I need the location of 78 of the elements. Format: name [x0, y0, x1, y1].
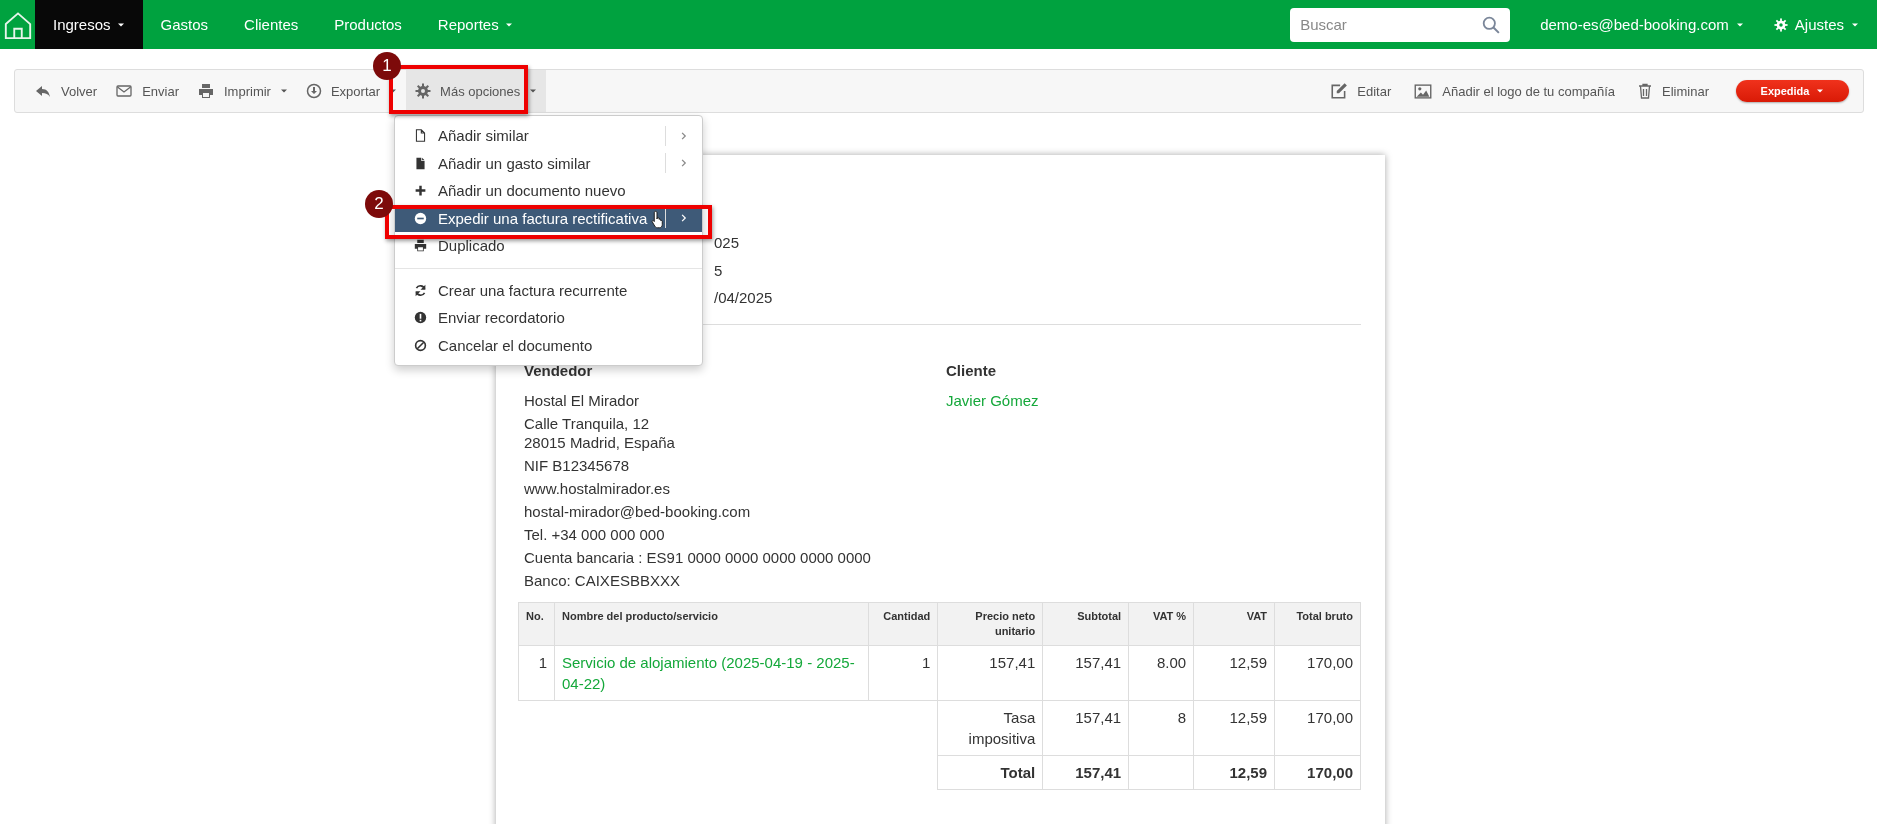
- envelope-icon: [115, 83, 134, 99]
- settings-icon: [1773, 17, 1788, 32]
- table-cell: 157,41: [1042, 700, 1129, 755]
- chevron-right-icon: [679, 129, 689, 142]
- date-text: 5: [714, 261, 723, 279]
- date-text: /04/2025: [714, 289, 773, 306]
- toolbar-button[interactable]: Añadir el logo de tu compañía: [1404, 82, 1625, 100]
- printer-icon: [414, 238, 427, 254]
- step-badge: 2: [365, 190, 393, 218]
- menu-item[interactable]: Duplicado: [395, 232, 702, 260]
- menu-item[interactable]: Añadir un documento nuevo: [395, 177, 702, 205]
- search-icon: [1482, 15, 1501, 34]
- table-cell: 170,00: [1274, 755, 1361, 789]
- table-cell: Tasa impositiva: [937, 700, 1043, 755]
- caret-down-icon: [1816, 87, 1825, 95]
- image-icon: [1413, 82, 1434, 100]
- column-header: VAT %: [1128, 602, 1194, 645]
- table-cell: 157,41: [937, 645, 1043, 700]
- column-header: Precio neto unitario: [937, 602, 1043, 645]
- column-header: No.: [518, 602, 555, 645]
- toolbar-button[interactable]: Imprimir: [188, 70, 297, 112]
- document-icon: [414, 155, 427, 171]
- date-text: 025: [714, 234, 740, 251]
- ban-icon: [414, 337, 427, 353]
- minus-circle-icon: [414, 210, 427, 226]
- column-header: VAT: [1193, 602, 1275, 645]
- edit-icon: [1330, 82, 1349, 100]
- menu-item[interactable]: Crear una factura recurrente: [395, 276, 702, 304]
- seller-detail: 28015 Madrid, España: [524, 432, 676, 452]
- table-cell: 1: [518, 645, 555, 700]
- table-cell: 12,59: [1193, 700, 1275, 755]
- column-header: Total bruto: [1274, 602, 1361, 645]
- table-cell: 157,41: [1042, 755, 1129, 789]
- table-cell: 170,00: [1274, 700, 1361, 755]
- status-dropdown[interactable]: Expedida: [1736, 80, 1849, 102]
- table-cell: 8: [1128, 700, 1194, 755]
- table-cell: 8.00: [1128, 645, 1194, 700]
- table-cell: 12,59: [1193, 755, 1275, 789]
- trash-icon: [1637, 82, 1654, 100]
- seller-detail: Calle Tranquila, 12: [524, 413, 651, 433]
- seller-detail: Banco: CAIXESBBXXX: [524, 570, 681, 590]
- seller-detail: hostal-mirador@bed-booking.com: [524, 501, 752, 521]
- column-header: Nombre del producto/servicio: [554, 602, 869, 645]
- table-cell: Total: [937, 755, 1043, 789]
- seller-detail: Cuenta bancaria : ES91 0000 0000 0000 0000 0000: [524, 547, 872, 567]
- reply-arrow-icon: [34, 83, 52, 99]
- toolbar-button[interactable]: Editar: [1321, 82, 1401, 100]
- table-cell: 12,59: [1193, 645, 1275, 700]
- table-cell: 1: [868, 645, 938, 700]
- step-badge: 1: [373, 52, 401, 80]
- exclamation-circle-icon: [414, 310, 427, 326]
- table-cell: 170,00: [1274, 645, 1361, 700]
- document-icon: [414, 128, 427, 144]
- toolbar-button[interactable]: Volver: [25, 70, 107, 112]
- download-circle-icon: [305, 83, 322, 99]
- toolbar-button[interactable]: Más opciones: [406, 70, 547, 112]
- seller-detail: Hostal El Mirador: [524, 390, 641, 410]
- toolbar-button[interactable]: Eliminar: [1628, 82, 1718, 100]
- column-header: Cantidad: [868, 602, 938, 645]
- seller-detail: www.hostalmirador.es: [524, 478, 671, 498]
- column-header: Subtotal: [1042, 602, 1129, 645]
- seller-detail: NIF B12345678: [524, 455, 631, 475]
- section-heading: Vendedor: [524, 360, 594, 381]
- caret-down-icon: [279, 87, 288, 95]
- seller-detail: Tel. +34 000 000 000: [524, 524, 666, 544]
- search-field[interactable]: Buscar: [1290, 7, 1511, 42]
- nav-tab[interactable]: Ingresos: [35, 0, 143, 49]
- table-cell: 157,41: [1042, 645, 1129, 700]
- caret-down-icon: [529, 87, 538, 95]
- menu-item[interactable]: Añadir similar: [395, 122, 702, 150]
- menu-item[interactable]: Añadir un gasto similar: [395, 149, 702, 177]
- section-heading: Cliente: [946, 360, 997, 381]
- toolbar-button[interactable]: Enviar: [106, 70, 188, 112]
- printer-icon: [197, 83, 215, 99]
- refresh-icon: [414, 282, 427, 298]
- menu-item[interactable]: Cancelar el documento: [395, 331, 702, 359]
- gear-icon: [415, 83, 432, 99]
- menu-item[interactable]: Enviar recordatorio: [395, 304, 702, 332]
